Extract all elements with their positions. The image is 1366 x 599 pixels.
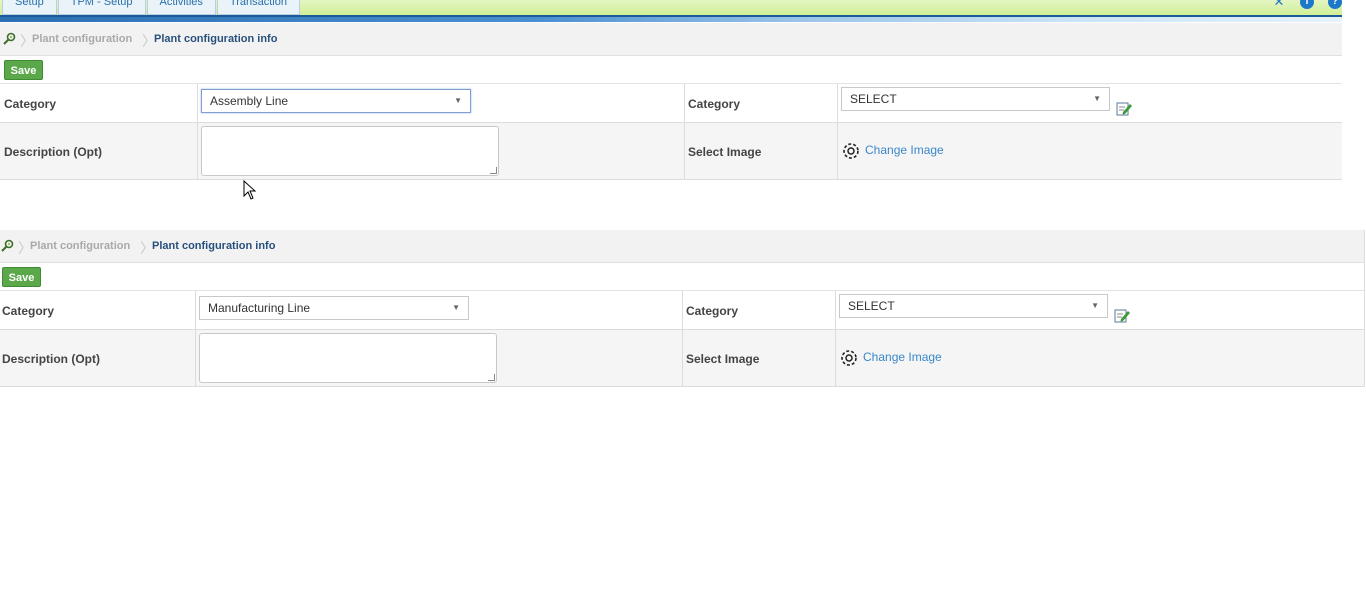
- divider: [684, 84, 685, 122]
- config-panel-2: 〉 Plant configuration 〉 Plant configurat…: [0, 230, 1365, 387]
- save-button[interactable]: Save: [2, 267, 41, 287]
- divider: [682, 291, 683, 329]
- description-label: Description (Opt): [2, 352, 100, 366]
- category-select-value: Manufacturing Line: [208, 301, 311, 315]
- category-select[interactable]: Assembly Line ▼: [201, 89, 471, 113]
- chevron-down-icon: ▼: [1091, 301, 1099, 310]
- right-category-select-value: SELECT: [850, 92, 897, 106]
- tab-tpm-setup[interactable]: TPM - Setup: [57, 0, 146, 15]
- breadcrumb-current: Plant configuration info: [154, 33, 278, 45]
- wrench-icon[interactable]: [2, 32, 16, 46]
- tab-setup[interactable]: Setup: [2, 0, 57, 15]
- resize-handle[interactable]: [488, 374, 495, 381]
- description-field[interactable]: [201, 126, 499, 176]
- breadcrumb: 〉 Plant configuration 〉 Plant configurat…: [0, 23, 1342, 56]
- help-icon[interactable]: ?: [1328, 0, 1342, 9]
- divider: [835, 330, 836, 386]
- description-field[interactable]: [199, 333, 497, 383]
- category-select[interactable]: Manufacturing Line ▼: [199, 296, 469, 320]
- mouse-cursor-icon: [243, 180, 257, 200]
- chevron-down-icon: ▼: [452, 303, 460, 312]
- toolbar: Save: [0, 263, 1364, 291]
- divider: [197, 84, 198, 122]
- divider: [195, 291, 196, 329]
- info-icon[interactable]: i: [1300, 0, 1314, 9]
- description-row: Description (Opt) Select Image Change Im…: [0, 123, 1342, 180]
- breadcrumb-parent[interactable]: Plant configuration: [30, 240, 130, 252]
- top-nav: Setup TPM - Setup Activities Transaction…: [0, 0, 1342, 22]
- gear-icon[interactable]: [842, 142, 860, 160]
- description-row: Description (Opt) Select Image Change Im…: [0, 330, 1364, 387]
- tab-transaction[interactable]: Transaction: [216, 0, 300, 15]
- divider: [835, 291, 836, 329]
- select-image-label: Select Image: [686, 352, 760, 366]
- category-label: Category: [2, 304, 55, 318]
- right-category-select[interactable]: SELECT ▼: [841, 87, 1110, 111]
- breadcrumb: 〉 Plant configuration 〉 Plant configurat…: [0, 230, 1364, 263]
- divider: [684, 123, 685, 179]
- divider: [682, 330, 683, 386]
- right-category-select-value: SELECT: [848, 299, 895, 313]
- right-category-label: Category: [686, 304, 739, 318]
- description-label: Description (Opt): [4, 145, 102, 159]
- divider: [195, 330, 196, 386]
- config-panel-1: 〉 Plant configuration 〉 Plant configurat…: [0, 23, 1342, 180]
- breadcrumb-parent[interactable]: Plant configuration: [32, 33, 132, 45]
- change-image-link[interactable]: Change Image: [865, 143, 944, 157]
- change-image-link[interactable]: Change Image: [863, 350, 942, 364]
- breadcrumb-current: Plant configuration info: [152, 240, 276, 252]
- resize-handle[interactable]: [490, 167, 497, 174]
- tab-activities[interactable]: Activities: [146, 0, 216, 15]
- category-row: Category Assembly Line ▼ Category SELECT…: [0, 84, 1342, 123]
- nav-stripe-line: [0, 15, 1342, 17]
- gear-icon[interactable]: [840, 349, 858, 367]
- select-image-label: Select Image: [688, 145, 762, 159]
- chevron-down-icon: ▼: [1093, 94, 1101, 103]
- edit-icon[interactable]: [1114, 307, 1130, 323]
- divider: [197, 123, 198, 179]
- divider: [837, 84, 838, 122]
- category-label: Category: [4, 97, 57, 111]
- divider: [837, 123, 838, 179]
- category-select-value: Assembly Line: [210, 94, 289, 108]
- top-icons: ✕ i ?: [1258, 0, 1342, 9]
- chevron-down-icon: ▼: [454, 96, 462, 105]
- wrench-icon[interactable]: [0, 239, 14, 253]
- category-row: Category Manufacturing Line ▼ Category S…: [0, 291, 1364, 330]
- nav-tabs: Setup TPM - Setup Activities Transaction: [2, 0, 301, 15]
- pin-icon[interactable]: ✕: [1272, 0, 1286, 9]
- save-button[interactable]: Save: [4, 60, 43, 80]
- right-category-label: Category: [688, 97, 741, 111]
- edit-icon[interactable]: [1116, 100, 1132, 116]
- right-category-select[interactable]: SELECT ▼: [839, 294, 1108, 318]
- toolbar: Save: [0, 56, 1342, 84]
